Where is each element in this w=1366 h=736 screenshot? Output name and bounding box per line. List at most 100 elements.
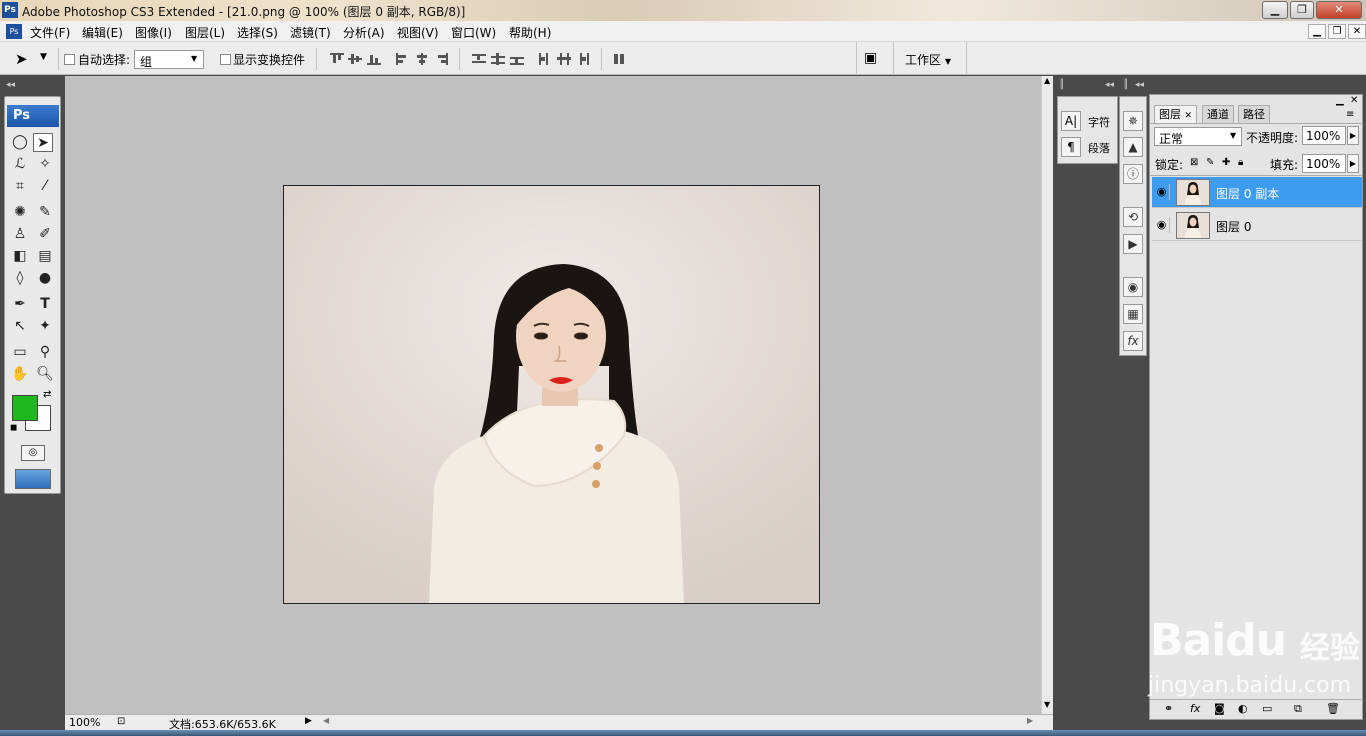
blur-tool-icon[interactable]: ◊ — [10, 269, 30, 288]
info-icon[interactable]: ⓘ — [1123, 164, 1143, 184]
collapse-arrows-icon[interactable]: ◂◂ — [1135, 80, 1144, 90]
layer-row[interactable]: ◉ 图层 0 副本 — [1152, 177, 1362, 208]
distribute-bottom-icon[interactable] — [510, 53, 524, 65]
hand-tool-icon[interactable]: ✋ — [10, 365, 30, 384]
menu-image[interactable]: 图像(I) — [135, 24, 172, 41]
blend-mode-dropdown[interactable]: 正常 ▼ — [1154, 127, 1242, 146]
adjustment-layer-icon[interactable]: ◐ — [1238, 702, 1248, 715]
menu-help[interactable]: 帮助(H) — [509, 24, 551, 41]
maximize-button[interactable]: ❐ — [1290, 1, 1314, 19]
clone-stamp-tool-icon[interactable]: ♙ — [10, 225, 30, 244]
close-button[interactable]: ✕ — [1316, 1, 1362, 19]
screen-mode-icon[interactable] — [15, 469, 51, 489]
align-right-icon[interactable] — [434, 53, 448, 65]
align-top-icon[interactable] — [330, 53, 344, 65]
type-tool-icon[interactable]: T — [35, 295, 55, 314]
scroll-right-icon[interactable]: ▶ — [1027, 716, 1033, 725]
menu-window[interactable]: 窗口(W) — [451, 24, 496, 41]
align-vcenter-icon[interactable] — [348, 53, 362, 65]
lock-position-icon[interactable]: ✚ — [1222, 157, 1230, 168]
doc-minimize-button[interactable]: ▁ — [1308, 24, 1326, 39]
align-left-icon[interactable] — [396, 53, 410, 65]
menu-view[interactable]: 视图(V) — [397, 24, 439, 41]
visibility-eye-icon[interactable]: ◉ — [1154, 184, 1170, 200]
quick-mask-icon[interactable]: ◎ — [21, 445, 45, 461]
chevron-down-icon[interactable]: ▼ — [40, 52, 47, 62]
character-icon[interactable]: A| — [1061, 111, 1081, 131]
layer-row[interactable]: ◉ 图层 0 — [1152, 210, 1362, 241]
file-browser-icon[interactable]: ▣ — [864, 50, 886, 68]
distribute-left-icon[interactable] — [538, 53, 552, 65]
color-icon[interactable]: ◉ — [1123, 277, 1143, 297]
styles-icon[interactable]: fx — [1123, 331, 1143, 351]
fill-input[interactable]: 100% — [1302, 154, 1346, 173]
panel-close-icon[interactable]: ✕ — [1350, 95, 1358, 106]
character-label[interactable]: 字符 — [1088, 114, 1110, 130]
actions-icon[interactable]: ▶ — [1123, 234, 1143, 254]
auto-align-layers-icon[interactable] — [612, 53, 626, 65]
default-colors-icon[interactable]: ◼ — [10, 423, 17, 433]
menu-filter[interactable]: 滤镜(T) — [290, 24, 331, 41]
move-tool-preset-icon[interactable]: ➤ — [15, 50, 28, 68]
pen-tool-icon[interactable]: ✒ — [10, 295, 30, 314]
document-image[interactable] — [283, 185, 820, 604]
histogram-icon[interactable]: ▲ — [1123, 137, 1143, 157]
distribute-right-icon[interactable] — [576, 53, 590, 65]
path-selection-tool-icon[interactable]: ↖ — [10, 317, 30, 336]
doc-close-button[interactable]: ✕ — [1348, 24, 1366, 39]
workspace-menu-button[interactable]: 工作区 ▼ — [905, 51, 951, 68]
dock-grip-icon[interactable]: ║ — [1123, 80, 1128, 90]
layer-style-icon[interactable]: fx — [1190, 702, 1200, 715]
layer-mask-icon[interactable]: ◙ — [1214, 702, 1225, 715]
menu-select[interactable]: 选择(S) — [237, 24, 278, 41]
dodge-tool-icon[interactable]: ● — [35, 269, 55, 288]
swap-colors-icon[interactable]: ⇄ — [43, 389, 51, 400]
healing-brush-tool-icon[interactable]: ✺ — [10, 203, 30, 222]
close-icon[interactable]: ✕ — [1185, 111, 1193, 121]
panel-minimize-icon[interactable]: ▁ — [1336, 95, 1344, 106]
notes-tool-icon[interactable]: ▭ — [10, 343, 30, 362]
minimize-button[interactable]: ▁ — [1262, 1, 1288, 19]
menu-edit[interactable]: 编辑(E) — [82, 24, 123, 41]
auto-select-dropdown[interactable]: 组 ▼ — [134, 50, 204, 69]
opacity-slider-arrow-icon[interactable]: ▶ — [1347, 126, 1359, 145]
tab-layers[interactable]: 图层 ✕ — [1154, 105, 1198, 123]
align-hcenter-icon[interactable] — [415, 53, 429, 65]
zoom-level[interactable]: 100% — [69, 716, 100, 729]
crop-tool-icon[interactable]: ⌗ — [10, 177, 30, 196]
auto-select-checkbox[interactable] — [64, 54, 75, 65]
eyedropper-tool-icon[interactable]: ⚲ — [35, 343, 55, 362]
fill-slider-arrow-icon[interactable]: ▶ — [1347, 154, 1359, 173]
new-group-icon[interactable]: ▭ — [1262, 702, 1272, 715]
lock-image-icon[interactable]: ✎ — [1206, 157, 1214, 168]
eraser-tool-icon[interactable]: ◧ — [10, 247, 30, 266]
tab-channels[interactable]: 通道 — [1202, 105, 1234, 123]
gradient-tool-icon[interactable]: ▤ — [35, 247, 55, 266]
menu-layer[interactable]: 图层(L) — [185, 24, 225, 41]
lock-all-icon[interactable]: 🔒︎ — [1238, 157, 1243, 168]
link-layers-icon[interactable]: ⚭ — [1164, 702, 1173, 715]
panel-menu-icon[interactable]: ≡ — [1346, 109, 1354, 120]
brush-tool-icon[interactable]: ✎ — [35, 203, 55, 222]
magic-wand-tool-icon[interactable]: ✧ — [35, 155, 55, 174]
layer-name[interactable]: 图层 0 副本 — [1216, 185, 1279, 202]
status-preview-icon[interactable]: ⊡ — [117, 716, 125, 727]
doc-restore-button[interactable]: ❐ — [1328, 24, 1346, 39]
lasso-tool-icon[interactable]: ℒ — [10, 155, 30, 174]
layer-name[interactable]: 图层 0 — [1216, 218, 1251, 235]
collapse-arrows-icon[interactable]: ◂◂ — [1105, 80, 1114, 90]
collapse-arrows-icon[interactable]: ◂◂ — [6, 80, 15, 90]
menu-analysis[interactable]: 分析(A) — [343, 24, 385, 41]
status-menu-arrow-icon[interactable]: ▶ — [305, 716, 312, 726]
lock-transparent-icon[interactable]: ⊠ — [1190, 157, 1198, 168]
dock-grip-icon[interactable]: ║ — [1059, 80, 1064, 90]
visibility-eye-icon[interactable]: ◉ — [1154, 217, 1170, 233]
show-transform-checkbox[interactable] — [220, 54, 231, 65]
slice-tool-icon[interactable]: ⁄ — [35, 177, 55, 196]
distribute-top-icon[interactable] — [472, 53, 486, 65]
marquee-tool-icon[interactable]: ◯ — [10, 133, 30, 152]
zoom-tool-icon[interactable]: 🔍︎ — [35, 365, 55, 384]
foreground-color-swatch[interactable] — [12, 395, 38, 421]
opacity-input[interactable]: 100% — [1302, 126, 1346, 145]
swatches-icon[interactable]: ▦ — [1123, 304, 1143, 324]
